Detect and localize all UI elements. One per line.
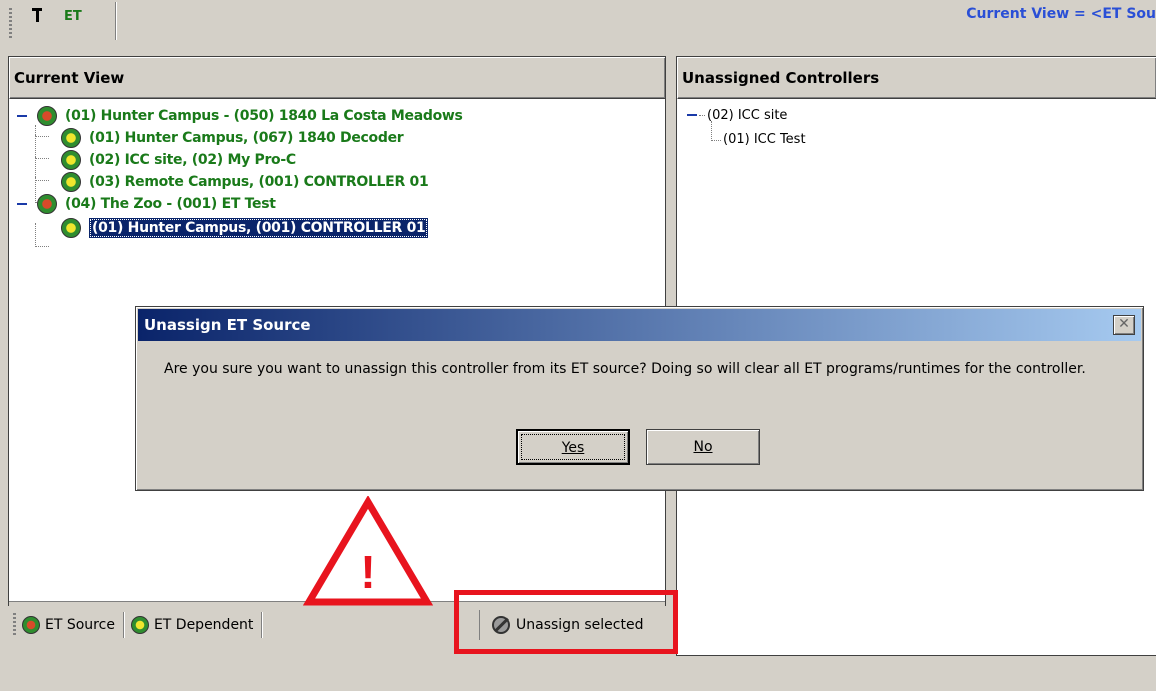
et-source-icon bbox=[22, 615, 40, 634]
no-button[interactable]: No bbox=[646, 429, 760, 465]
tree-node-label: (02) ICC site bbox=[707, 107, 788, 123]
unassigned-controllers-header: Unassigned Controllers bbox=[677, 57, 1156, 99]
no-button-label: No bbox=[693, 439, 713, 455]
warning-symbol: ! bbox=[360, 546, 375, 598]
et-tool-icon bbox=[32, 6, 46, 26]
tree-node-dependent[interactable]: (02) ICC site, (02) My Pro-C bbox=[61, 149, 296, 171]
toolbar-grip[interactable] bbox=[13, 612, 16, 637]
tree-node-label: (02) ICC site, (02) My Pro-C bbox=[89, 152, 296, 168]
et-source-icon bbox=[37, 194, 57, 214]
legend-label: ET Dependent bbox=[153, 616, 254, 633]
warning-triangle-icon: ! bbox=[303, 496, 433, 606]
collapse-icon[interactable] bbox=[17, 193, 29, 215]
current-view-header: Current View bbox=[9, 57, 665, 99]
unassigned-controller-node[interactable]: (01) ICC Test bbox=[723, 129, 806, 149]
et-source-icon bbox=[37, 106, 57, 126]
current-view-label: Current View = <ET Sou bbox=[966, 6, 1156, 22]
tree-node-label: (01) Hunter Campus - (050) 1840 La Costa… bbox=[65, 108, 463, 124]
et-dependent-icon bbox=[61, 150, 81, 170]
toolbar-separator bbox=[115, 2, 117, 40]
legend-et-source: ET Source bbox=[22, 615, 115, 634]
tree-node-dependent[interactable]: (03) Remote Campus, (001) CONTROLLER 01 bbox=[61, 171, 429, 193]
collapse-icon[interactable] bbox=[17, 105, 29, 127]
legend-et-dependent: ET Dependent bbox=[130, 615, 254, 634]
yes-button[interactable]: Yes bbox=[516, 429, 630, 465]
collapse-icon[interactable] bbox=[687, 104, 699, 126]
et-dependent-icon bbox=[61, 218, 81, 238]
top-toolbar: ET Current View = <ET Sou bbox=[0, 0, 1156, 44]
dialog-title-bar: Unassign ET Source ✕ bbox=[138, 309, 1141, 341]
dialog-title: Unassign ET Source bbox=[144, 316, 311, 334]
close-icon[interactable]: ✕ bbox=[1113, 315, 1135, 335]
legend-label: ET Source bbox=[45, 616, 115, 633]
et-toolbar-button[interactable]: ET bbox=[18, 2, 114, 42]
tree-node-source[interactable]: (04) The Zoo - (001) ET Test bbox=[17, 193, 276, 215]
tree-node-label: (03) Remote Campus, (001) CONTROLLER 01 bbox=[89, 174, 429, 190]
et-dependent-icon bbox=[61, 172, 81, 192]
et-button-label: ET bbox=[64, 9, 82, 24]
tree-node-label: (01) ICC Test bbox=[723, 131, 806, 147]
et-dependent-icon bbox=[130, 615, 149, 634]
dialog-message: Are you sure you want to unassign this c… bbox=[164, 361, 1086, 377]
tree-node-label: (01) Hunter Campus, (067) 1840 Decoder bbox=[89, 130, 404, 146]
tree-node-label: (04) The Zoo - (001) ET Test bbox=[65, 196, 276, 212]
annotation-highlight-box bbox=[454, 590, 678, 654]
toolbar-grip[interactable] bbox=[9, 8, 12, 38]
tree-connector bbox=[699, 114, 705, 116]
toolbar-separator bbox=[261, 611, 264, 638]
tree-node-label: (01) Hunter Campus, (001) CONTROLLER 01 bbox=[89, 218, 429, 238]
unassign-et-source-dialog: Unassign ET Source ✕ Are you sure you wa… bbox=[135, 306, 1144, 491]
focus-rectangle bbox=[521, 434, 625, 460]
tree-node-dependent[interactable]: (01) Hunter Campus, (067) 1840 Decoder bbox=[61, 127, 404, 149]
tree-connector bbox=[35, 135, 49, 159]
tree-connector bbox=[35, 223, 49, 247]
et-dependent-icon bbox=[61, 128, 81, 148]
unassigned-site-node[interactable]: (02) ICC site bbox=[687, 105, 787, 125]
toolbar-separator bbox=[122, 611, 125, 638]
tree-node-dependent-selected[interactable]: (01) Hunter Campus, (001) CONTROLLER 01 bbox=[61, 217, 429, 239]
tree-node-source[interactable]: (01) Hunter Campus - (050) 1840 La Costa… bbox=[17, 105, 463, 127]
